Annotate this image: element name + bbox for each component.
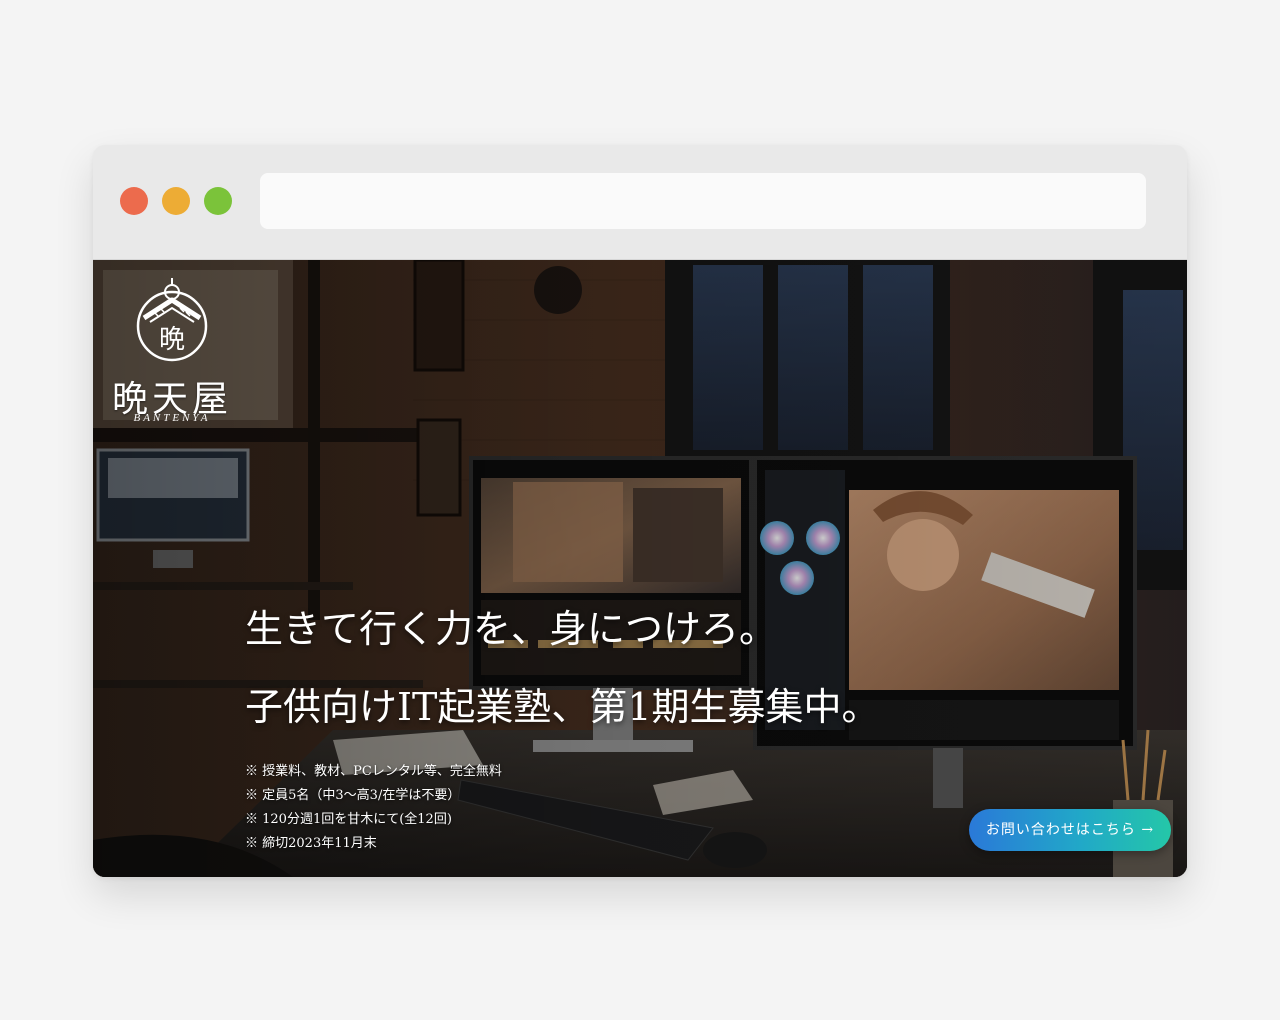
hero-notes: ※ 授業料、教材、PCレンタル等、完全無料 ※ 定員5名（中3〜高3/在学は不要… — [245, 760, 502, 856]
browser-window: 晩 晩天屋 BANTENYA 生きて行く力を、身につけろ。 子供向けIT起業塾、… — [93, 145, 1187, 877]
address-bar[interactable] — [260, 173, 1146, 229]
logo-roman-text: BANTENYA — [133, 412, 211, 424]
minimize-window-button[interactable] — [162, 187, 190, 215]
browser-toolbar — [93, 145, 1187, 260]
headline-line-2: 子供向けIT起業塾、第1期生募集中。 — [245, 685, 880, 729]
page-viewport: 晩 晩天屋 BANTENYA 生きて行く力を、身につけろ。 子供向けIT起業塾、… — [93, 260, 1187, 877]
logo-emblem-char: 晩 — [159, 325, 185, 355]
note-item: ※ 締切2023年11月末 — [245, 836, 377, 851]
logo-emblem-icon: 晩 — [136, 278, 208, 362]
contact-button[interactable]: お問い合わせはこちら → — [969, 809, 1171, 851]
maximize-window-button[interactable] — [204, 187, 232, 215]
note-item: ※ 定員5名（中3〜高3/在学は不要） — [245, 788, 461, 803]
hero-headline: 生きて行く力を、身につけろ。 子供向けIT起業塾、第1期生募集中。 — [245, 590, 880, 746]
note-item: ※ 授業料、教材、PCレンタル等、完全無料 — [245, 764, 502, 779]
headline-line-1: 生きて行く力を、身につけろ。 — [245, 607, 778, 651]
note-item: ※ 120分週1回を甘木にて(全12回) — [245, 812, 452, 827]
close-window-button[interactable] — [120, 187, 148, 215]
bantenya-logo[interactable]: 晩 晩天屋 BANTENYA — [107, 278, 237, 428]
